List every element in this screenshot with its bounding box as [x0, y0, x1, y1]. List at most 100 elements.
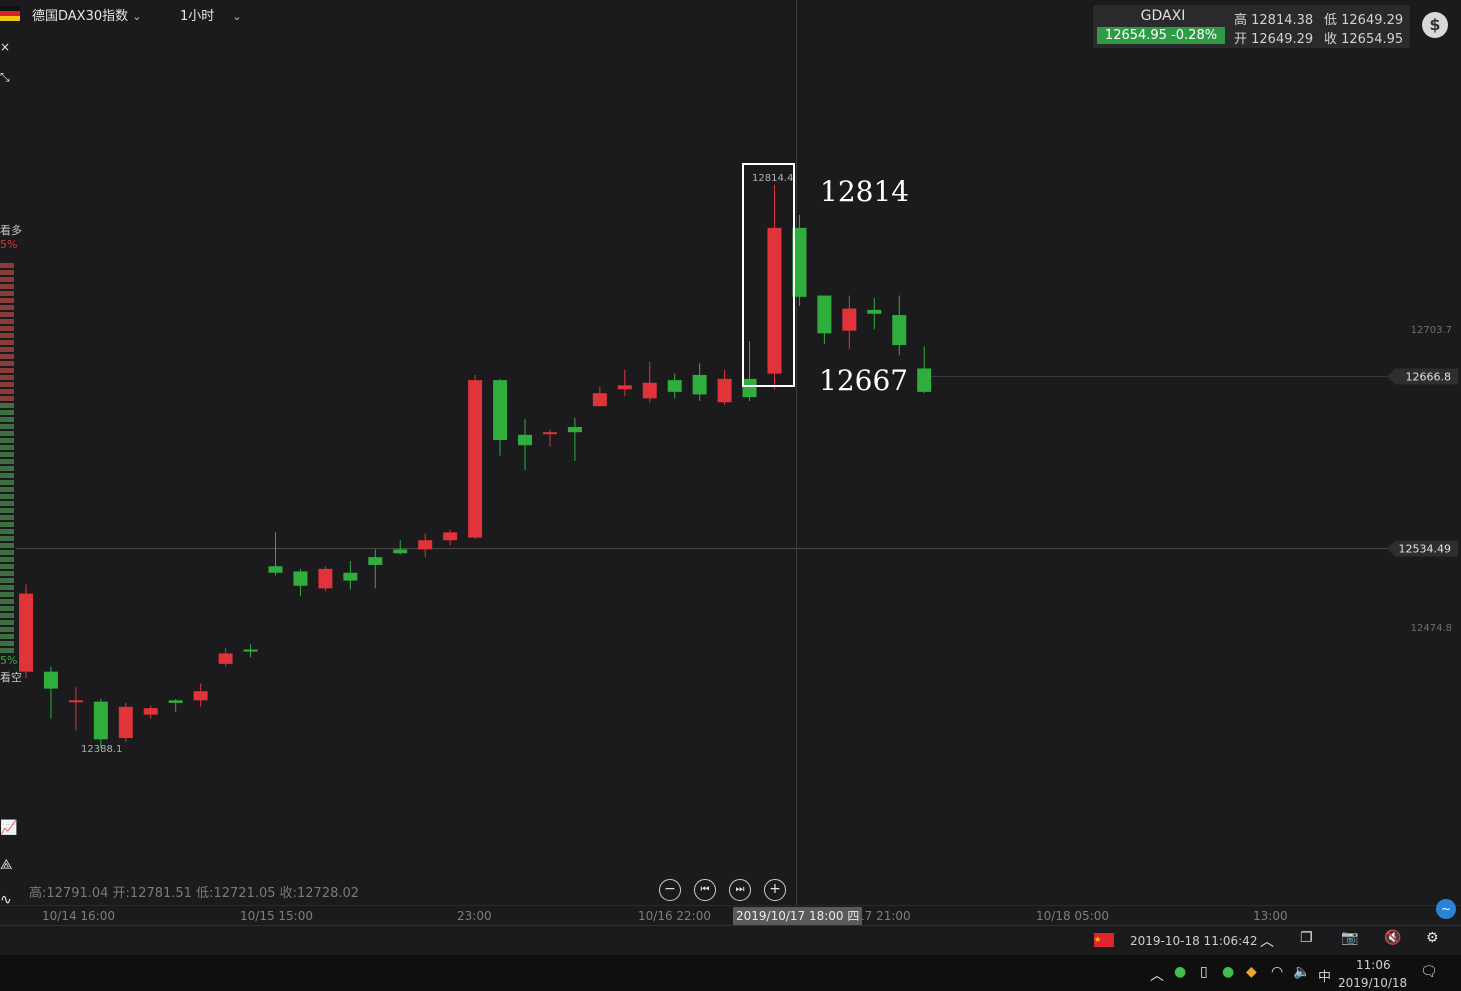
- last-price-tag: 12666.8: [1386, 368, 1458, 385]
- candle-body: [767, 227, 782, 374]
- usb-icon[interactable]: ▯: [1200, 964, 1208, 980]
- candle-body: [218, 653, 233, 664]
- wechat-icon[interactable]: ●: [1222, 964, 1234, 980]
- candle: [468, 374, 483, 539]
- candle-body: [817, 295, 832, 334]
- wechat-icon[interactable]: ●: [1174, 964, 1186, 980]
- jump-end-button[interactable]: ⏭: [729, 879, 751, 901]
- status-bar: ★ 2019-10-18 11:06:42 ︿ ❐ 📷 🔇 ⚙: [0, 925, 1461, 956]
- chevron-up-icon[interactable]: ︿: [1260, 931, 1274, 951]
- candle-body: [118, 706, 133, 739]
- svg-text:12534.49: 12534.49: [1399, 543, 1452, 556]
- candle: [68, 687, 83, 731]
- candle: [318, 566, 333, 591]
- candle-body: [318, 568, 333, 589]
- candle: [642, 361, 657, 403]
- candle: [892, 295, 907, 356]
- candle-body: [518, 434, 532, 446]
- wifi-icon[interactable]: ◠: [1271, 964, 1283, 980]
- candle: [168, 699, 183, 713]
- ime-indicator[interactable]: 中: [1318, 966, 1331, 985]
- x-tick-label: 10/18 05:00: [1036, 909, 1109, 923]
- candle: [493, 378, 508, 456]
- tray-chevron-icon[interactable]: ︿: [1150, 965, 1164, 985]
- candle-body: [717, 378, 732, 403]
- candle-body: [243, 649, 258, 652]
- candle: [917, 346, 932, 394]
- annotation-low: 12667: [819, 364, 908, 397]
- candle-body: [293, 571, 308, 586]
- annotation-high: 12814: [820, 175, 909, 208]
- candle: [817, 295, 832, 344]
- candle-body: [393, 549, 408, 554]
- candle: [667, 373, 682, 399]
- zoom-out-button[interactable]: −: [659, 879, 681, 901]
- candle-body: [19, 593, 33, 672]
- x-tick-label: 10/15 15:00: [240, 909, 313, 923]
- candle: [867, 298, 882, 330]
- candle: [268, 532, 283, 576]
- qq-icon[interactable]: ◆: [1246, 964, 1257, 980]
- crosshair-price-tag: 12534.49: [1386, 540, 1458, 557]
- candle: [617, 369, 632, 396]
- candle: [717, 369, 732, 405]
- clock-time: 11:06: [1356, 958, 1391, 972]
- candle: [193, 683, 208, 707]
- candle: [343, 561, 358, 590]
- windows-icon[interactable]: ❐: [1300, 930, 1313, 946]
- chart-mode-icon[interactable]: ~: [1436, 899, 1456, 919]
- candle: [243, 644, 258, 658]
- candle: [443, 529, 458, 546]
- candle: [418, 533, 433, 558]
- candle: [218, 648, 233, 667]
- cursor-time-label: 2019/10/17 18:00 四: [733, 907, 863, 925]
- clock-date: 2019/10/18: [1338, 976, 1408, 990]
- x-tick-label: 17 21:00: [857, 909, 911, 923]
- candle-body: [168, 700, 183, 703]
- ohlc-readout: 高:12791.04 开:12781.51 低:12721.05 收:12728…: [29, 886, 360, 901]
- china-flag-icon: ★: [1094, 933, 1114, 947]
- volume-icon[interactable]: 🔈: [1293, 964, 1310, 980]
- candle: [368, 549, 383, 589]
- candle: [592, 386, 607, 407]
- candle: [93, 699, 108, 749]
- candle-body: [418, 540, 433, 550]
- candle-body: [93, 701, 108, 740]
- candle-body: [917, 368, 932, 392]
- candle-body: [368, 557, 383, 565]
- candle: [767, 184, 782, 390]
- zoom-in-button[interactable]: +: [764, 879, 786, 901]
- candle: [19, 584, 33, 679]
- x-tick-label: 10/14 16:00: [42, 909, 115, 923]
- candlestick-chart[interactable]: 12814.4 12388.1 12814 12667 12703.7 12474.8 12…: [0, 0, 1461, 925]
- candle-body: [892, 315, 907, 346]
- candle-body: [642, 382, 657, 399]
- candle-body: [867, 309, 882, 314]
- candle: [567, 417, 582, 461]
- candle-body: [542, 432, 557, 435]
- mute-icon[interactable]: 🔇: [1384, 930, 1401, 946]
- candle: [143, 705, 158, 719]
- candle: [742, 341, 757, 401]
- taskbar: ︿ ● ▯ ● ◆ ◠ 🔈 中 11:06 2019/10/18 🗨: [0, 955, 1461, 991]
- candle: [692, 363, 707, 401]
- y-tick-label: 12703.7: [1411, 325, 1452, 336]
- candle-body: [468, 380, 483, 538]
- data-label-max: 12814.4: [752, 173, 793, 184]
- x-tick-label: 10/16 22:00: [638, 909, 711, 923]
- candle-body: [268, 566, 283, 573]
- notification-icon[interactable]: 🗨: [1420, 964, 1438, 980]
- camera-icon[interactable]: 📷: [1341, 930, 1358, 946]
- candle: [393, 540, 408, 555]
- chart-grid: [0, 0, 1461, 906]
- candle-body: [617, 385, 632, 390]
- data-label-min: 12388.1: [81, 744, 122, 755]
- x-tick-label: 23:00: [457, 909, 492, 923]
- status-datetime: 2019-10-18 11:06:42: [1130, 934, 1258, 948]
- jump-start-button[interactable]: ⏮: [694, 879, 716, 901]
- candle-body: [493, 380, 508, 441]
- candle: [542, 429, 557, 447]
- candle: [518, 419, 532, 470]
- candle-body: [43, 671, 58, 689]
- gear-icon[interactable]: ⚙: [1426, 930, 1439, 946]
